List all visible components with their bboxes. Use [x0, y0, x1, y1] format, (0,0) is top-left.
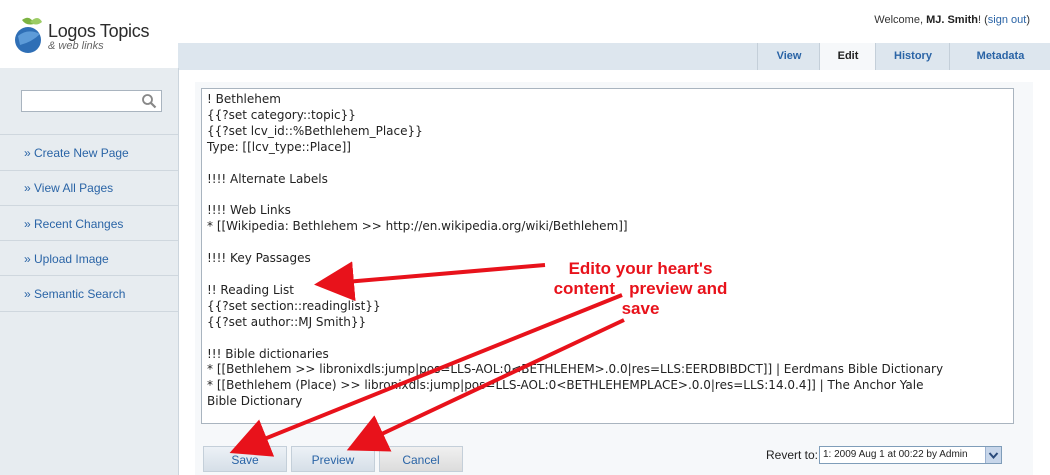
sidebar-divider	[0, 275, 178, 276]
close-paren: )	[1026, 14, 1030, 26]
sign-out-link[interactable]: sign out	[988, 14, 1027, 26]
wiki-editor-textarea[interactable]: ! Bethlehem {{?set category::topic}} {{?…	[201, 88, 1014, 424]
welcome-suffix: ! (	[978, 14, 988, 26]
annotation-text: Edito your heart's content preview and s…	[538, 259, 743, 319]
sidebar-divider	[0, 311, 178, 312]
tab-view[interactable]: View	[757, 43, 820, 70]
chevron-down-icon[interactable]	[985, 447, 1001, 463]
tab-history[interactable]: History	[875, 43, 950, 70]
cancel-button[interactable]: Cancel	[379, 446, 463, 472]
sidebar-item-semantic-search[interactable]: » Semantic Search	[24, 287, 125, 301]
user-name: MJ. Smith	[926, 14, 979, 26]
sidebar-item-create-new-page[interactable]: » Create New Page	[24, 146, 129, 160]
logo[interactable]: Logos Topics & web links	[12, 12, 172, 58]
annotation-line-1: Edito your heart's	[568, 259, 713, 278]
revert-selected-value: 1: 2009 Aug 1 at 00:22 by Admin	[823, 449, 968, 460]
editor-text[interactable]: ! Bethlehem {{?set category::topic}} {{?…	[202, 89, 1013, 423]
revert-select[interactable]: 1: 2009 Aug 1 at 00:22 by Admin	[819, 446, 1002, 464]
sidebar-item-view-all-pages[interactable]: » View All Pages	[24, 181, 113, 195]
save-button[interactable]: Save	[203, 446, 287, 472]
welcome-message: Welcome, MJ. Smith! (sign out)	[874, 14, 1030, 26]
sidebar-item-recent-changes[interactable]: » Recent Changes	[24, 217, 123, 231]
logo-title: Logos Topics	[48, 21, 150, 41]
tab-metadata[interactable]: Metadata	[949, 43, 1050, 70]
logo-subtitle: & web links	[48, 40, 104, 52]
sidebar-divider	[0, 205, 178, 206]
sidebar-item-upload-image[interactable]: » Upload Image	[24, 252, 109, 266]
sidebar-divider	[0, 240, 178, 241]
annotation-line-3: save	[621, 299, 660, 318]
welcome-prefix: Welcome,	[874, 14, 927, 26]
tab-edit[interactable]: Edit	[819, 43, 876, 70]
sidebar-divider	[0, 170, 178, 171]
search-input[interactable]	[22, 91, 140, 111]
sidebar-divider	[0, 134, 178, 135]
search-box	[21, 90, 162, 112]
logo-globe-icon	[15, 17, 42, 53]
search-icon[interactable]	[141, 93, 157, 109]
revert-label: Revert to:	[766, 448, 819, 462]
annotation-line-2: content preview and	[553, 279, 728, 298]
page-tabs: View Edit History Metadata	[178, 43, 1050, 70]
sidebar: » Create New Page » View All Pages » Rec…	[0, 68, 179, 475]
preview-button[interactable]: Preview	[291, 446, 375, 472]
